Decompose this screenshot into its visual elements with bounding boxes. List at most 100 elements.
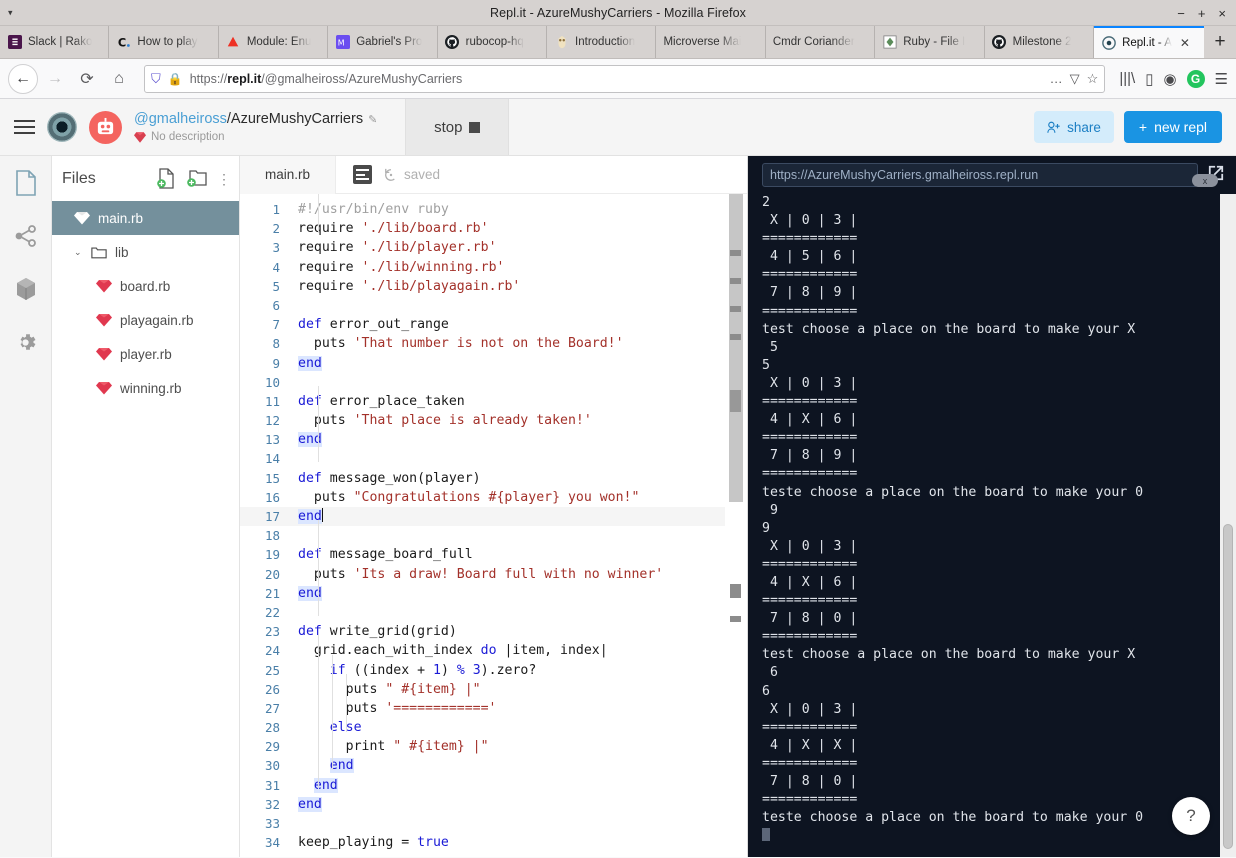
code-line[interactable]: end bbox=[290, 756, 747, 775]
bookmark-star-icon[interactable]: ☆ bbox=[1087, 71, 1099, 87]
file-item-playagain-rb[interactable]: playagain.rb bbox=[52, 303, 239, 337]
repl-username[interactable]: @gmalheiross bbox=[134, 111, 227, 127]
code-line[interactable]: end bbox=[290, 354, 747, 373]
url-bar[interactable]: ⛉ 🔒 https://repl.it/@gmalheiross/AzureMu… bbox=[144, 64, 1106, 93]
file-item-winning-rb[interactable]: winning.rb bbox=[52, 371, 239, 405]
repl-run-url[interactable]: https://AzureMushyCarriers.gmalheiross.r… bbox=[762, 163, 1198, 187]
file-item-player-rb[interactable]: player.rb bbox=[52, 337, 239, 371]
code-line[interactable] bbox=[290, 449, 747, 468]
browser-tab-4[interactable]: rubocop-hq bbox=[438, 26, 548, 58]
code-line[interactable]: require './lib/winning.rb' bbox=[290, 258, 747, 277]
share-button[interactable]: share bbox=[1034, 111, 1114, 143]
code-line[interactable]: print " #{item} |" bbox=[290, 737, 747, 756]
code-line[interactable]: def error_out_range bbox=[290, 315, 747, 334]
code-line[interactable] bbox=[290, 526, 747, 545]
browser-tab-1[interactable]: C How to play bbox=[109, 26, 219, 58]
browser-tab-9[interactable]: Milestone 2 bbox=[985, 26, 1095, 58]
code-line[interactable]: if ((index + 1) % 3).zero? bbox=[290, 661, 747, 680]
settings-gear-icon[interactable] bbox=[13, 329, 39, 355]
sidebar-icon[interactable]: ▯ bbox=[1145, 70, 1153, 88]
code-area[interactable]: 1 2 3 4 5 6 7 8 9 10 11 12 13 14 15 16 17 18 19 20 21 22 23 24 2… bbox=[240, 194, 747, 857]
code-line[interactable] bbox=[290, 373, 747, 392]
lock-icon[interactable]: 🔒 bbox=[168, 72, 183, 86]
code-line[interactable]: else bbox=[290, 718, 747, 737]
stop-button[interactable]: stop bbox=[405, 99, 510, 155]
browser-tab-3[interactable]: M Gabriel's Pro bbox=[328, 26, 438, 58]
code-line[interactable]: def message_won(player) bbox=[290, 469, 747, 488]
help-button[interactable]: ? bbox=[1172, 797, 1210, 835]
code-line[interactable] bbox=[290, 603, 747, 622]
replit-logo-icon[interactable] bbox=[47, 112, 77, 142]
robot-avatar-icon[interactable] bbox=[89, 110, 122, 144]
maximize-button[interactable]: + bbox=[1198, 7, 1206, 20]
folder-caret-icon[interactable]: ⌄ bbox=[74, 247, 83, 258]
browser-tab-2[interactable]: Module: Enu bbox=[219, 26, 329, 58]
library-icon[interactable]: |||\ bbox=[1119, 70, 1135, 87]
code-line[interactable]: puts '============' bbox=[290, 699, 747, 718]
packages-icon[interactable] bbox=[13, 276, 39, 302]
code-line[interactable]: keep_playing = true bbox=[290, 833, 747, 852]
code-line[interactable]: require './lib/player.rb' bbox=[290, 238, 747, 257]
code-line[interactable]: def message_board_full bbox=[290, 545, 747, 564]
file-item-lib[interactable]: ⌄ lib bbox=[52, 235, 239, 269]
format-code-icon[interactable] bbox=[353, 165, 372, 184]
console-close-icon[interactable]: x bbox=[1192, 174, 1218, 187]
forward-button[interactable]: → bbox=[40, 64, 70, 94]
code-line[interactable]: grid.each_with_index do |item, index| bbox=[290, 641, 747, 660]
file-item-board-rb[interactable]: board.rb bbox=[52, 269, 239, 303]
browser-tab-8[interactable]: Ruby - File I bbox=[875, 26, 985, 58]
console-scroll-thumb[interactable] bbox=[1223, 524, 1233, 849]
code-line[interactable]: end bbox=[290, 776, 747, 795]
code-line[interactable]: end bbox=[290, 795, 747, 814]
pencil-icon[interactable]: ✎ bbox=[368, 114, 377, 126]
code-line[interactable]: #!/usr/bin/env ruby bbox=[290, 200, 747, 219]
tracking-protection-icon[interactable]: ⛉ bbox=[151, 71, 161, 87]
editor-tab-main-rb[interactable]: main.rb bbox=[240, 155, 336, 194]
editor-scroll-thumb[interactable] bbox=[729, 194, 743, 502]
code-line[interactable] bbox=[290, 814, 747, 833]
code-line[interactable]: puts 'That number is not on the Board!' bbox=[290, 334, 747, 353]
titlebar-caret-icon[interactable]: ▾ bbox=[8, 7, 13, 18]
browser-tab-6[interactable]: Microverse Mai bbox=[656, 26, 766, 58]
console-scrollbar[interactable] bbox=[1220, 194, 1236, 857]
console-output[interactable]: 2 X | 0 | 3 | ============ 4 | 5 | 6 | =… bbox=[748, 194, 1236, 857]
browser-tab-5[interactable]: Introduction bbox=[547, 26, 657, 58]
minimize-button[interactable]: − bbox=[1177, 7, 1185, 20]
code-line[interactable]: require './lib/board.rb' bbox=[290, 219, 747, 238]
code-line[interactable] bbox=[290, 296, 747, 315]
file-item-main-rb[interactable]: main.rb bbox=[52, 201, 239, 235]
code-line[interactable]: require './lib/playagain.rb' bbox=[290, 277, 747, 296]
code-line[interactable]: end bbox=[290, 584, 747, 603]
code-line[interactable]: puts 'Its a draw! Board full with no win… bbox=[290, 565, 747, 584]
browser-tab-7[interactable]: Cmdr Coriander bbox=[766, 26, 876, 58]
page-actions-icon[interactable]: … bbox=[1050, 71, 1063, 86]
editor-scrollbar[interactable] bbox=[725, 194, 747, 857]
repl-name[interactable]: AzureMushyCarriers bbox=[231, 111, 363, 127]
app-menu-icon[interactable]: ☰ bbox=[1215, 70, 1228, 88]
close-button[interactable]: × bbox=[1218, 7, 1226, 20]
pocket-icon[interactable]: ▽ bbox=[1070, 71, 1080, 87]
version-control-icon[interactable] bbox=[13, 223, 39, 249]
code-line[interactable]: end bbox=[290, 430, 747, 449]
code-line[interactable]: def error_place_taken bbox=[290, 392, 747, 411]
new-repl-button[interactable]: + new repl bbox=[1123, 111, 1222, 143]
new-tab-button[interactable]: + bbox=[1204, 26, 1236, 58]
tab-close-icon[interactable]: ✕ bbox=[1180, 36, 1190, 50]
kebab-menu-icon[interactable]: ⋮ bbox=[217, 172, 231, 186]
code-line[interactable]: puts 'That place is already taken!' bbox=[290, 411, 747, 430]
reload-button[interactable]: ⟳ bbox=[72, 64, 102, 94]
files-icon[interactable] bbox=[13, 170, 39, 196]
new-folder-icon[interactable] bbox=[187, 168, 209, 190]
browser-tab-0[interactable]: Slack | Rako bbox=[0, 26, 110, 58]
back-button[interactable]: ← bbox=[8, 63, 38, 94]
code-line[interactable]: puts "Congratulations #{player} you won!… bbox=[290, 488, 747, 507]
account-icon[interactable]: ◉ bbox=[1163, 70, 1176, 88]
code-line[interactable]: end bbox=[290, 507, 747, 527]
browser-tab-10[interactable]: Repl.it - A ✕ bbox=[1094, 26, 1205, 58]
code-lines[interactable]: #!/usr/bin/env ruby require './lib/board.… bbox=[290, 194, 747, 857]
home-button[interactable]: ⌂ bbox=[104, 64, 134, 94]
profile-avatar[interactable]: G bbox=[1186, 69, 1205, 88]
new-file-icon[interactable] bbox=[157, 167, 179, 190]
code-line[interactable]: def write_grid(grid) bbox=[290, 622, 747, 641]
hamburger-icon[interactable] bbox=[14, 120, 35, 134]
